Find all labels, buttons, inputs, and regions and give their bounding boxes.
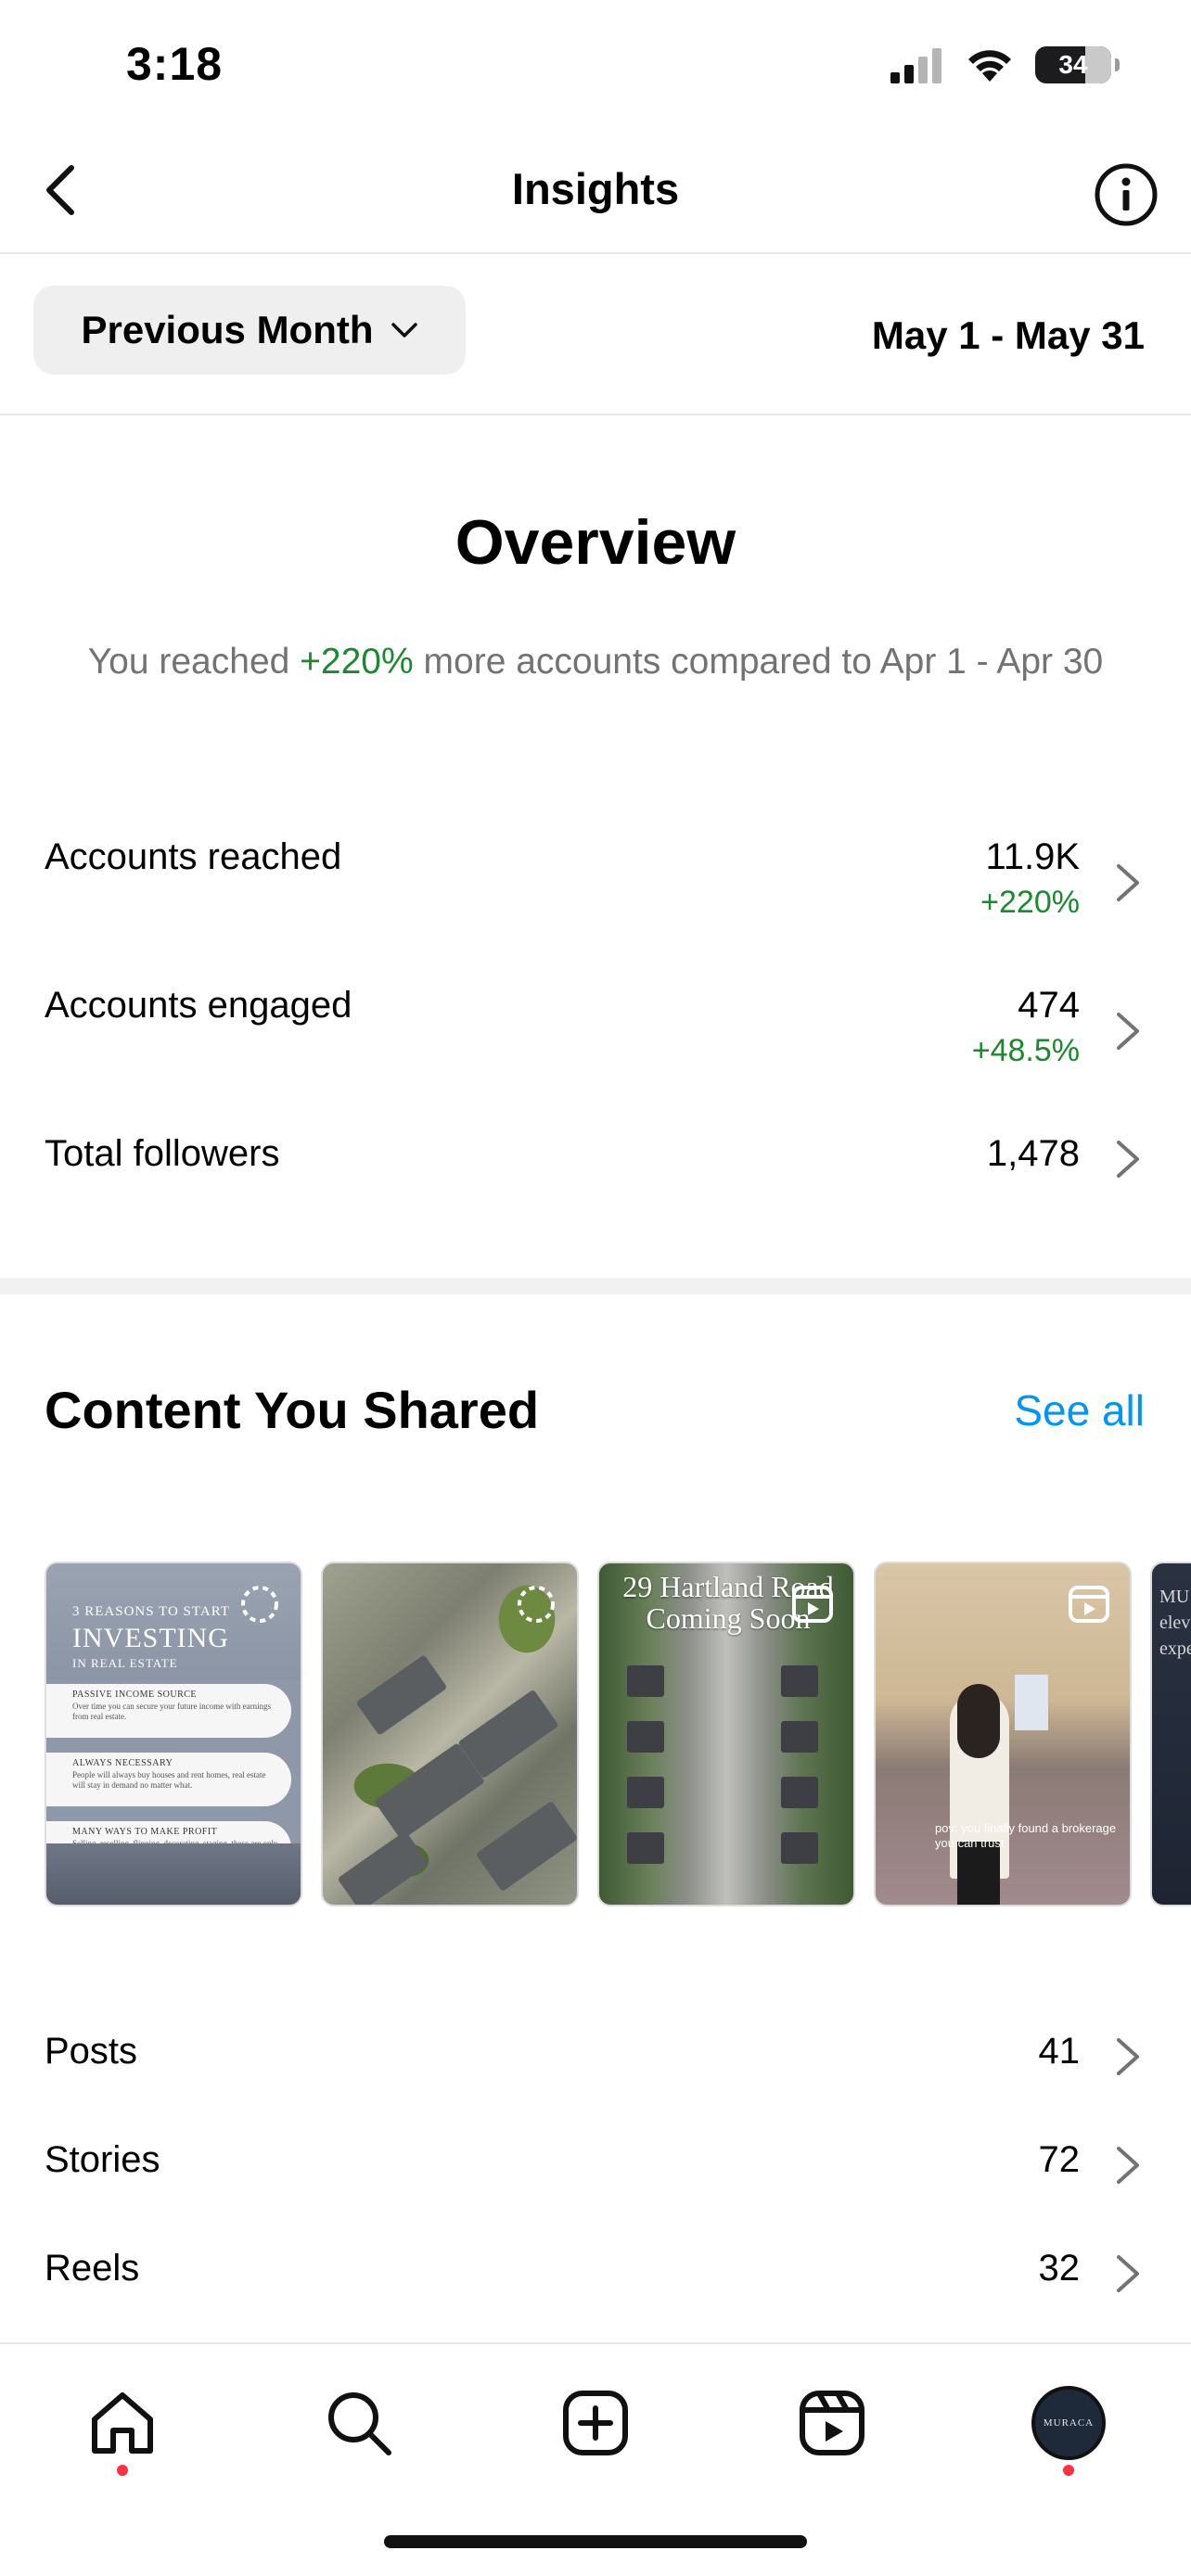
chevron-right-icon (1117, 2038, 1139, 2075)
thumb-list-item: ALWAYS NECESSARY People will always buy … (46, 1753, 291, 1806)
overview-description: You reached +220% more accounts compared… (83, 638, 1108, 686)
chevron-right-icon (1117, 2255, 1139, 2292)
chevron-down-icon (391, 323, 417, 338)
status-time: 3:18 (126, 38, 224, 90)
nav-reels[interactable] (790, 2381, 874, 2465)
create-post-icon (563, 2391, 628, 2455)
see-all-link[interactable]: See all (1014, 1385, 1145, 1435)
chevron-right-icon (1117, 1013, 1139, 1050)
metric-row-accounts-engaged[interactable]: Accounts engaged 474 +48.5% (0, 964, 1191, 1094)
content-thumbnail[interactable] (321, 1562, 579, 1906)
metric-value: 474 (1018, 985, 1080, 1026)
content-thumbnail[interactable]: 29 Hartland Road Coming Soon (597, 1562, 855, 1906)
chevron-right-icon (1117, 2147, 1139, 2184)
summary-row-stories[interactable]: Stories 72 (0, 2119, 1191, 2212)
chevron-right-icon (1117, 864, 1139, 901)
notification-dot (117, 2465, 128, 2476)
summary-label: Stories (45, 2139, 160, 2180)
nav-search[interactable] (317, 2381, 401, 2465)
overview-desc-prefix: You reached (87, 642, 301, 682)
summary-value: 32 (1038, 2248, 1081, 2289)
thumb-caption: pov: you finally found a brokerage you c… (935, 1821, 1117, 1850)
nav-create[interactable] (554, 2381, 637, 2465)
carousel-icon (518, 1586, 555, 1623)
metric-value: 11.9K (985, 836, 1080, 877)
thumb-text: MU elevat experi (1159, 1587, 1191, 1659)
header: Insights (0, 130, 1191, 254)
nav-home[interactable] (81, 2381, 164, 2476)
avatar-text: MURACA (1043, 2417, 1095, 2429)
summary-value: 41 (1038, 2031, 1081, 2072)
summary-row-reels[interactable]: Reels 32 (0, 2227, 1191, 2320)
metric-change: +220% (980, 885, 1080, 920)
overview-title: Overview (455, 507, 736, 578)
summary-row-posts[interactable]: Posts 41 (0, 2010, 1191, 2103)
thumb-list-item: PASSIVE INCOME SOURCE Over time you can … (46, 1684, 291, 1738)
notification-dot (1063, 2465, 1074, 2476)
page-title: Insights (511, 164, 680, 213)
metric-value: 1,478 (986, 1133, 1080, 1174)
content-thumbnail[interactable]: pov: you finally found a brokerage you c… (874, 1562, 1132, 1906)
reel-icon (1069, 1586, 1109, 1623)
content-thumbnail[interactable]: 3 REASONS TO START INVESTING IN REAL EST… (45, 1562, 302, 1906)
overview-desc-suffix: more accounts compared to Apr 1 - Apr 30 (413, 642, 1104, 682)
search-icon (328, 2392, 391, 2455)
period-label: Previous Month (81, 308, 374, 351)
summary-label: Reels (45, 2248, 140, 2289)
home-indicator[interactable] (384, 2535, 807, 2548)
summary-value: 72 (1038, 2139, 1081, 2180)
status-bar: 3:18 34 (0, 0, 1191, 130)
metric-change: +48.5% (971, 1033, 1080, 1068)
summary-label: Posts (45, 2031, 138, 2072)
nav-profile[interactable]: MURACA (1027, 2381, 1110, 2476)
content-thumbnail[interactable]: MU elevat experi (1150, 1562, 1191, 1906)
avatar: MURACA (1031, 2386, 1106, 2460)
metric-label: Accounts engaged (45, 985, 352, 1026)
chevron-right-icon (1117, 1141, 1139, 1178)
metric-label: Total followers (45, 1133, 280, 1174)
wifi-icon (968, 50, 1011, 82)
info-button[interactable] (1089, 158, 1163, 232)
thumb-heading-small: 3 REASONS TO START (72, 1604, 230, 1619)
content-section-title: Content You Shared (45, 1381, 540, 1439)
metric-row-accounts-reached[interactable]: Accounts reached 11.9K +220% (0, 816, 1191, 946)
date-range: May 1 - May 31 (871, 313, 1145, 357)
status-icons: 34 (889, 46, 1120, 83)
reel-icon (792, 1586, 833, 1623)
filter-row: Previous Month May 1 - May 31 (0, 256, 1191, 415)
metric-row-total-followers[interactable]: Total followers 1,478 (0, 1113, 1191, 1243)
info-icon (1095, 163, 1158, 226)
overview-desc-change: +220% (300, 642, 414, 682)
period-dropdown[interactable]: Previous Month (33, 286, 466, 375)
thumb-heading-sub: IN REAL ESTATE (72, 1656, 178, 1670)
metric-label: Accounts reached (45, 836, 342, 877)
reels-icon (800, 2391, 864, 2455)
cellular-signal-icon (890, 48, 941, 83)
content-thumbnails: 3 REASONS TO START INVESTING IN REAL EST… (45, 1562, 1191, 1906)
battery-icon: 34 (1035, 46, 1120, 83)
thumb-heading-big: INVESTING (72, 1623, 229, 1653)
carousel-icon (241, 1586, 278, 1623)
battery-level: 34 (1058, 50, 1088, 79)
home-icon (92, 2392, 153, 2454)
section-divider (0, 1278, 1191, 1294)
